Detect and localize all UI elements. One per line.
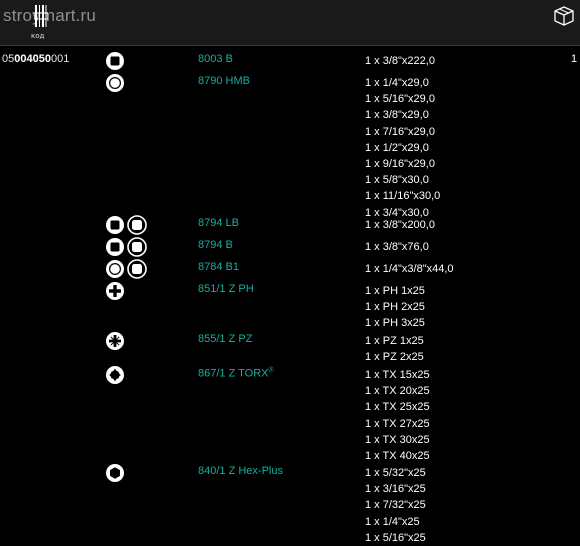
square-drive-outline-icon <box>127 215 147 235</box>
table-header: stroymart.ru код <box>0 0 580 46</box>
model-text: 8794 B <box>198 239 233 251</box>
square-drive-icon <box>106 216 124 234</box>
watermark: stroymart.ru <box>3 6 97 25</box>
hex-icon <box>106 464 124 482</box>
drive-symbols <box>105 463 125 483</box>
size-item: 1 x TX 40x25 <box>365 449 430 462</box>
size-item: 1 x TX 15x25 <box>365 369 430 381</box>
size-list: 1 x 1/4"x3/8"x44,0 <box>365 261 454 277</box>
size-item: 1 x TX 20x25 <box>365 385 430 398</box>
size-item: 1 x PH 3x25 <box>365 317 425 330</box>
quantity: 1 <box>571 53 578 65</box>
registered-mark: ® <box>268 367 274 374</box>
code-suffix: 001 <box>50 53 70 65</box>
size-item: 1 x 7/16"x29,0 <box>365 125 435 138</box>
size-item: 1 x 5/8"x30,0 <box>365 174 429 187</box>
size-item: 1 x 9/16"x29,0 <box>365 157 435 170</box>
drive-symbols <box>105 215 147 235</box>
size-item: 1 x 7/32"x25 <box>365 499 426 512</box>
model-number: 840/1 Z Hex-Plus <box>198 465 283 477</box>
drive-symbols <box>105 73 125 93</box>
size-item: 1 x 1/4"x25 <box>365 515 420 528</box>
size-list: 1 x 3/8"x222,0 <box>365 53 435 69</box>
size-item: 1 x 5/16"x29,0 <box>365 93 435 106</box>
size-item: 1 x 3/8"x76,0 <box>365 241 429 253</box>
model-text: 867/1 Z TORX <box>198 367 269 380</box>
code-column-label: код <box>31 32 45 40</box>
size-list: 1 x PZ 1x25 1 x PZ 2x25 <box>365 333 424 365</box>
size-item: 1 x TX 25x25 <box>365 401 430 414</box>
drive-symbols <box>105 51 125 71</box>
size-item: 1 x TX 30x25 <box>365 433 430 446</box>
size-item: 1 x 3/16"x25 <box>365 483 426 496</box>
size-item: 1 x PZ 1x25 <box>365 335 424 347</box>
drive-symbols <box>105 331 125 351</box>
size-item: 1 x 1/4"x3/8"x44,0 <box>365 263 454 275</box>
round-hex-drive-icon <box>106 74 124 92</box>
size-list: 1 x TX 15x25 1 x TX 20x25 1 x TX 25x25 1 x … <box>365 367 430 464</box>
model-number: 8003 B <box>198 53 233 65</box>
size-item: 1 x 5/16"x25 <box>365 531 426 544</box>
drive-symbols <box>105 259 147 279</box>
size-item: 1 x 1/2"x29,0 <box>365 141 429 154</box>
barcode-icon <box>34 5 48 27</box>
size-item: 1 x 1/4"x29,0 <box>365 77 429 89</box>
size-item: 1 x 5/32"x25 <box>365 467 426 479</box>
model-number: 8794 LB <box>198 217 239 229</box>
size-item: 1 x 3/8"x200,0 <box>365 219 435 231</box>
round-hex-drive-icon <box>106 260 124 278</box>
model-number: 851/1 Z PH <box>198 283 254 295</box>
size-list: 1 x 3/8"x200,0 <box>365 217 435 233</box>
model-text: 8003 B <box>198 53 233 65</box>
size-item: 1 x PZ 2x25 <box>365 351 424 364</box>
size-item: 1 x TX 27x25 <box>365 417 430 430</box>
model-text: 851/1 Z PH <box>198 283 254 295</box>
box-icon <box>554 6 574 26</box>
model-text: 855/1 Z PZ <box>198 333 253 345</box>
size-item: 1 x 3/8"x29,0 <box>365 109 429 122</box>
model-number: 8790 HMB <box>198 75 250 87</box>
model-text: 8794 LB <box>198 217 239 229</box>
size-item: 1 x PH 1x25 <box>365 285 425 297</box>
model-number: 8784 B1 <box>198 261 239 273</box>
size-list: 1 x 3/8"x76,0 <box>365 239 429 255</box>
code-prefix: 05 <box>2 53 15 65</box>
size-item: 1 x 3/8"x222,0 <box>365 55 435 67</box>
model-number: 855/1 Z PZ <box>198 333 252 345</box>
drive-symbols <box>105 237 147 257</box>
size-list: 1 x 5/32"x25 1 x 3/16"x25 1 x 7/32"x25 1 x … <box>365 465 426 546</box>
code-bold-part: 004050 <box>14 53 51 65</box>
torx-icon <box>106 366 124 384</box>
model-number: 867/1 Z TORX® <box>198 367 274 380</box>
size-list: 1 x 1/4"x29,0 1 x 5/16"x29,0 1 x 3/8"x29,0… <box>365 75 440 221</box>
model-text: 8784 B1 <box>198 261 239 273</box>
model-text: 8790 HMB <box>198 75 250 87</box>
size-item: 1 x PH 2x25 <box>365 301 425 314</box>
drive-symbols <box>105 365 125 385</box>
square-drive-outline-icon <box>127 259 147 279</box>
square-drive-icon <box>106 238 124 256</box>
pozidriv-icon <box>106 332 124 350</box>
drive-symbols <box>105 281 125 301</box>
phillips-icon <box>106 282 124 300</box>
article-code: 05004050001 <box>2 53 69 65</box>
model-number: 8794 B <box>198 239 233 251</box>
square-drive-icon <box>106 52 124 70</box>
model-text: 840/1 Z Hex-Plus <box>198 465 283 477</box>
square-drive-outline-icon <box>127 237 147 257</box>
size-item: 1 x 11/16"x30,0 <box>365 190 441 203</box>
size-list: 1 x PH 1x25 1 x PH 2x25 1 x PH 3x25 <box>365 283 425 332</box>
